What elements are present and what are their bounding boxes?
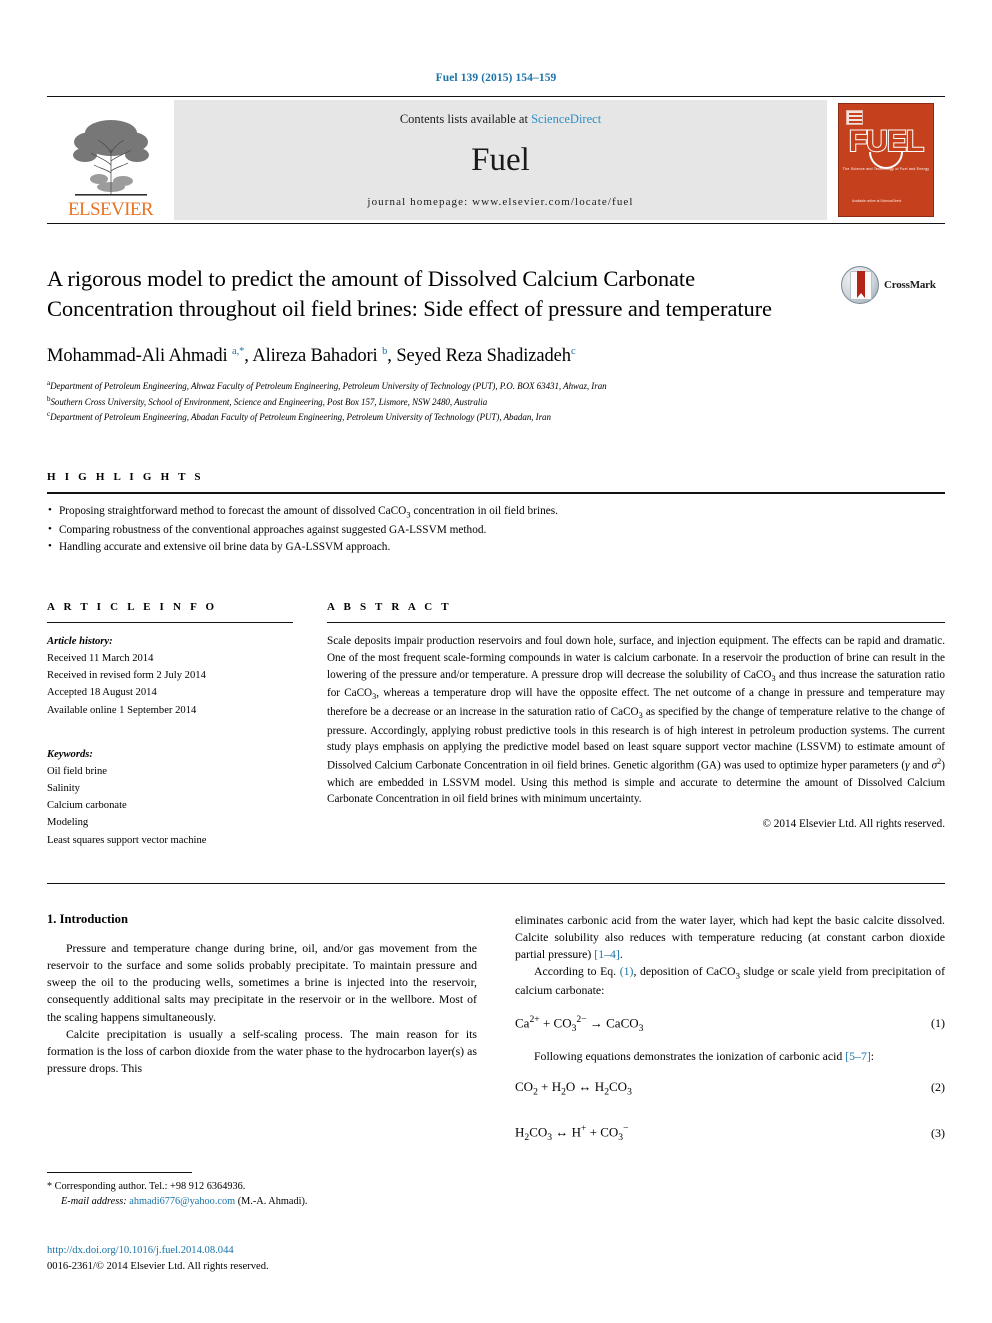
affiliation-list: aDepartment of Petroleum Engineering, Ah… [47, 378, 945, 425]
body-column-right: eliminates carbonic acid from the water … [515, 912, 945, 1158]
email-link[interactable]: ahmadi6776@yahoo.com [129, 1196, 235, 1207]
equation-1-body: Ca2+ + CO32− → CaCO3 [515, 1013, 644, 1034]
crossmark-badge[interactable]: CrossMark [841, 266, 945, 304]
equation-2-body: CO2 + H2O ↔ H2CO3 [515, 1078, 632, 1098]
keywords-label: Keywords: [47, 748, 93, 760]
intro-paragraph-1: Pressure and temperature change during b… [47, 940, 477, 1024]
elsevier-wordmark: ELSEVIER [68, 199, 154, 220]
keyword-item: Salinity [47, 783, 80, 795]
highlight-item: Proposing straightforward method to fore… [47, 502, 945, 522]
email-label: E-mail address: [61, 1196, 127, 1208]
contents-available-line: Contents lists available at ScienceDirec… [400, 112, 601, 127]
email-owner: (M.-A. Ahmadi). [237, 1196, 308, 1208]
sciencedirect-link[interactable]: ScienceDirect [531, 112, 601, 126]
title-block: CrossMark A rigorous model to predict th… [47, 264, 945, 425]
highlights-list: Proposing straightforward method to fore… [47, 502, 945, 557]
body-separator [47, 882, 945, 884]
keyword-item: Calcium carbonate [47, 800, 127, 812]
article-page: Fuel 139 (2015) 154–159 ELSEVIER Content… [0, 0, 992, 1323]
keywords-block: Keywords: Oil field brine Salinity Calci… [47, 746, 293, 849]
corresponding-author-line: * Corresponding author. Tel.: +98 912 63… [47, 1181, 246, 1192]
right-paragraph-3: Following equations demonstrates the ion… [534, 1048, 875, 1063]
email-line: E-mail address: ahmadi6776@yahoo.com (M.… [47, 1194, 477, 1209]
article-info-divider [47, 621, 293, 623]
contents-prefix: Contents lists available at [399, 112, 532, 126]
abstract-divider [327, 621, 945, 623]
affiliation-c: cDepartment of Petroleum Engineering, Ab… [47, 409, 945, 425]
page-footer: http://dx.doi.org/10.1016/j.fuel.2014.08… [47, 1243, 527, 1275]
journal-homepage-line[interactable]: journal homepage: www.elsevier.com/locat… [367, 196, 633, 208]
affiliation-b: bSouthern Cross University, School of En… [47, 394, 945, 410]
info-abstract-row: A R T I C L E I N F O Article history: R… [47, 601, 945, 849]
body-columns: 1. Introduction Pressure and temperature… [47, 912, 945, 1158]
article-info-column: A R T I C L E I N F O Article history: R… [47, 601, 293, 849]
abstract-text: Scale deposits impair production reservo… [327, 634, 945, 806]
highlight-item: Handling accurate and extensive oil brin… [47, 538, 945, 557]
journal-cover-wrap: FUEL The Science and Technology of Fuel … [827, 97, 945, 223]
journal-title: Fuel [471, 142, 530, 178]
right-paragraph-1: eliminates carbonic acid from the water … [515, 912, 945, 962]
history-item: Received 11 March 2014 [47, 653, 154, 665]
elsevier-tree-icon [72, 120, 149, 196]
affiliation-text-a: Department of Petroleum Engineering, Ahw… [50, 381, 607, 391]
history-item: Available online 1 September 2014 [47, 704, 197, 716]
issn-copyright-line: 0016-2361/© 2014 Elsevier Ltd. All right… [47, 1261, 269, 1273]
abstract-heading: A B S T R A C T [327, 600, 452, 613]
keyword-item: Least squares support vector machine [47, 834, 207, 846]
author-list: Mohammad-Ali Ahmadi a,*, Alireza Bahador… [47, 345, 576, 366]
elsevier-logo: ELSEVIER [47, 97, 174, 223]
section-heading-introduction: 1. Introduction [47, 911, 128, 926]
cover-footer-text: Available online at ScienceDirect [852, 198, 902, 203]
keyword-item: Modeling [47, 817, 89, 829]
footnote-rule [47, 1172, 192, 1173]
crossmark-icon [841, 266, 879, 304]
equation-2-number: (2) [931, 1079, 945, 1094]
journal-cover-image: FUEL The Science and Technology of Fuel … [838, 103, 934, 217]
journal-band: Contents lists available at ScienceDirec… [174, 100, 827, 220]
corresponding-author-footnote: * Corresponding author. Tel.: +98 912 63… [47, 1172, 477, 1210]
article-info-heading: A R T I C L E I N F O [47, 600, 218, 613]
equation-3-body: H2CO3 ↔ H+ + CO3− [515, 1123, 629, 1144]
crossmark-label: CrossMark [884, 279, 936, 291]
affiliation-a: aDepartment of Petroleum Engineering, Ah… [47, 378, 945, 394]
equation-3-number: (3) [931, 1125, 945, 1140]
doi-link[interactable]: http://dx.doi.org/10.1016/j.fuel.2014.08… [47, 1243, 527, 1259]
article-history-label: Article history: [47, 635, 113, 647]
highlight-item: Comparing robustness of the conventional… [47, 521, 945, 540]
running-head: Fuel 139 (2015) 154–159 [435, 72, 557, 84]
abstract-copyright: © 2014 Elsevier Ltd. All rights reserved… [762, 818, 946, 831]
right-paragraph-2: According to Eq. (1), deposition of CaCO… [515, 964, 945, 998]
body-column-left: 1. Introduction Pressure and temperature… [47, 912, 477, 1158]
highlights-divider [47, 491, 945, 494]
journal-masthead: ELSEVIER Contents lists available at Sci… [47, 96, 945, 224]
abstract-column: A B S T R A C T Scale deposits impair pr… [327, 601, 945, 849]
equation-1-row: Ca2+ + CO32− → CaCO3 (1) [515, 1014, 945, 1034]
equation-2-row: CO2 + H2O ↔ H2CO3 (2) [515, 1079, 945, 1098]
intro-paragraph-2: Calcite precipitation is usually a self-… [47, 1026, 477, 1076]
equation-1-number: (1) [931, 1015, 945, 1030]
history-item: Received in revised form 2 July 2014 [47, 670, 206, 682]
affiliation-text-c: Department of Petroleum Engineering, Aba… [50, 412, 551, 423]
page-title: A rigorous model to predict the amount o… [47, 266, 772, 321]
affiliation-text-b: Southern Cross University, School of Env… [50, 396, 488, 407]
history-item: Accepted 18 August 2014 [47, 687, 157, 699]
equation-3-row: H2CO3 ↔ H+ + CO3− (3) [515, 1123, 945, 1143]
article-history-block: Article history: Received 11 March 2014 … [47, 633, 293, 719]
highlights-section: H I G H L I G H T S Proposing straightfo… [47, 471, 945, 557]
elsevier-badge-icon [846, 110, 863, 125]
keyword-item: Oil field brine [47, 765, 108, 777]
highlights-heading: H I G H L I G H T S [47, 470, 204, 483]
